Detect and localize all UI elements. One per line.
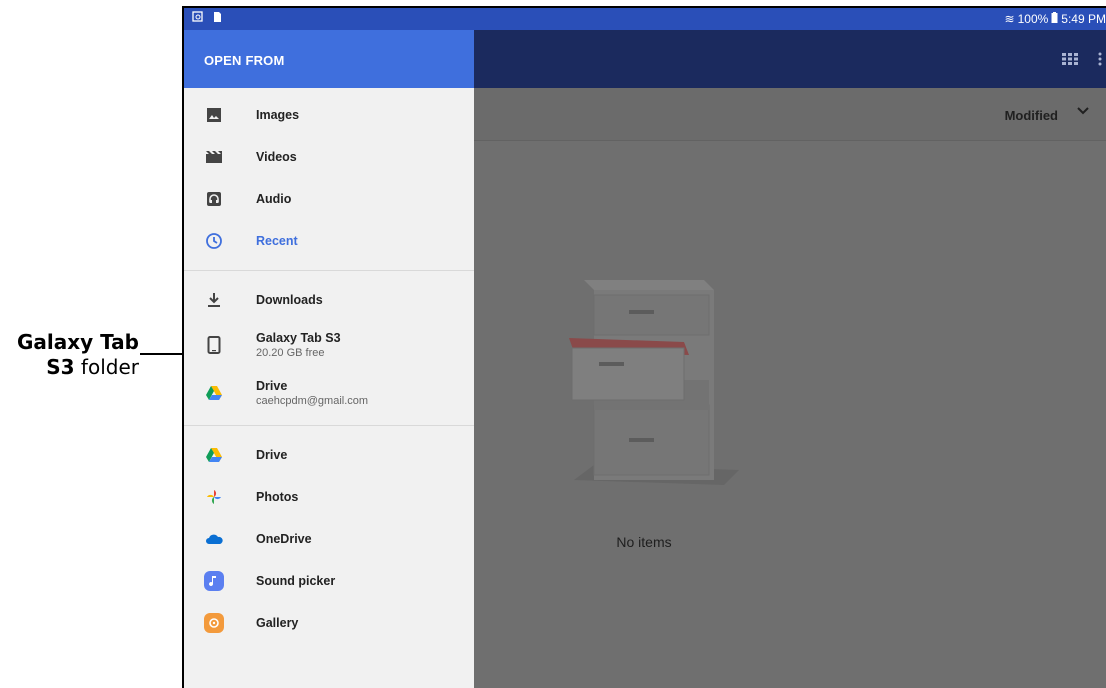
- empty-cabinet-illustration: [564, 280, 744, 500]
- drawer-item-label: Galaxy Tab S3: [256, 331, 341, 345]
- callout-line2-rest: folder: [74, 355, 139, 379]
- download-icon: [204, 290, 224, 310]
- sound-picker-icon: [204, 571, 224, 591]
- drawer-item-label: Images: [256, 108, 300, 122]
- drawer-item-label: Recent: [256, 234, 298, 248]
- audio-icon: [204, 189, 224, 209]
- wifi-icon: ≋: [1004, 12, 1015, 26]
- drawer-item-sublabel: caehcpdm@gmail.com: [256, 395, 369, 407]
- gallery-icon: [204, 613, 224, 633]
- drawer-item-gallery[interactable]: Gallery: [184, 602, 474, 644]
- drawer-item-sublabel: 20.20 GB free: [256, 347, 325, 359]
- drawer-item-downloads[interactable]: Downloads: [184, 279, 474, 321]
- drawer-item-audio[interactable]: Audio: [184, 178, 474, 220]
- drawer-item-drive[interactable]: Drive: [184, 434, 474, 476]
- drawer-item-galaxy-tab-s3[interactable]: Galaxy Tab S3 20.20 GB free: [184, 321, 474, 369]
- drawer-item-label: Sound picker: [256, 574, 336, 588]
- drawer-item-images[interactable]: Images: [184, 94, 474, 136]
- navigation-drawer: OPEN FROM Images Videos Audio Recent Dow…: [184, 30, 474, 688]
- drawer-item-label: Audio: [256, 192, 292, 206]
- drawer-item-onedrive[interactable]: OneDrive: [184, 518, 474, 560]
- drawer-divider: [184, 425, 474, 426]
- drive-icon: [204, 383, 224, 403]
- no-items-message: No items: [616, 534, 672, 550]
- battery-icon: [1051, 12, 1058, 26]
- onedrive-icon: [204, 529, 224, 549]
- tablet-icon: [204, 335, 224, 355]
- image-icon: [204, 105, 224, 125]
- drawer-divider: [184, 270, 474, 271]
- drawer-item-drive-account[interactable]: Drive caehcpdm@gmail.com: [184, 369, 474, 417]
- drawer-title: OPEN FROM: [184, 30, 474, 88]
- drawer-item-label: OneDrive: [256, 532, 312, 546]
- sd-card-notification-icon: [212, 11, 222, 26]
- grid-view-icon[interactable]: [1062, 52, 1078, 69]
- sort-bar: Modified: [474, 88, 1106, 141]
- drawer-item-videos[interactable]: Videos: [184, 136, 474, 178]
- drawer-item-recent[interactable]: Recent: [184, 220, 474, 262]
- drawer-item-label: Gallery: [256, 616, 299, 630]
- drawer-item-label: Videos: [256, 150, 297, 164]
- battery-level: 100%: [1017, 12, 1049, 26]
- drawer-item-label: Downloads: [256, 293, 323, 307]
- drawer-item-sound-picker[interactable]: Sound picker: [184, 560, 474, 602]
- tablet-frame: ≋ 100% 5:49 PM Modified No items OPEN FR…: [182, 6, 1106, 688]
- drawer-item-label: Drive: [256, 448, 288, 462]
- clock-icon: [204, 231, 224, 251]
- file-list-empty-area: No items: [474, 140, 1106, 688]
- chevron-down-icon[interactable]: [1076, 104, 1090, 123]
- drive-icon: [204, 445, 224, 465]
- sort-dropdown[interactable]: Modified: [1005, 108, 1058, 123]
- video-icon: [204, 147, 224, 167]
- callout-text: Galaxy Tab S3 folder: [17, 330, 139, 380]
- callout-annotation: Galaxy Tab S3 folder: [0, 330, 210, 390]
- callout-line2-bold: S3: [46, 355, 75, 379]
- callout-line1: Galaxy Tab: [16, 330, 139, 354]
- more-options-icon[interactable]: [1098, 52, 1102, 69]
- drawer-item-label: Photos: [256, 490, 299, 504]
- status-bar: ≋ 100% 5:49 PM: [184, 8, 1106, 30]
- drawer-item-photos[interactable]: Photos: [184, 476, 474, 518]
- screenshot-notification-icon: [192, 11, 204, 26]
- drawer-item-label: Drive: [256, 379, 288, 393]
- clock-time: 5:49 PM: [1061, 12, 1106, 26]
- screen: ≋ 100% 5:49 PM Modified No items OPEN FR…: [184, 8, 1106, 688]
- photos-icon: [204, 487, 224, 507]
